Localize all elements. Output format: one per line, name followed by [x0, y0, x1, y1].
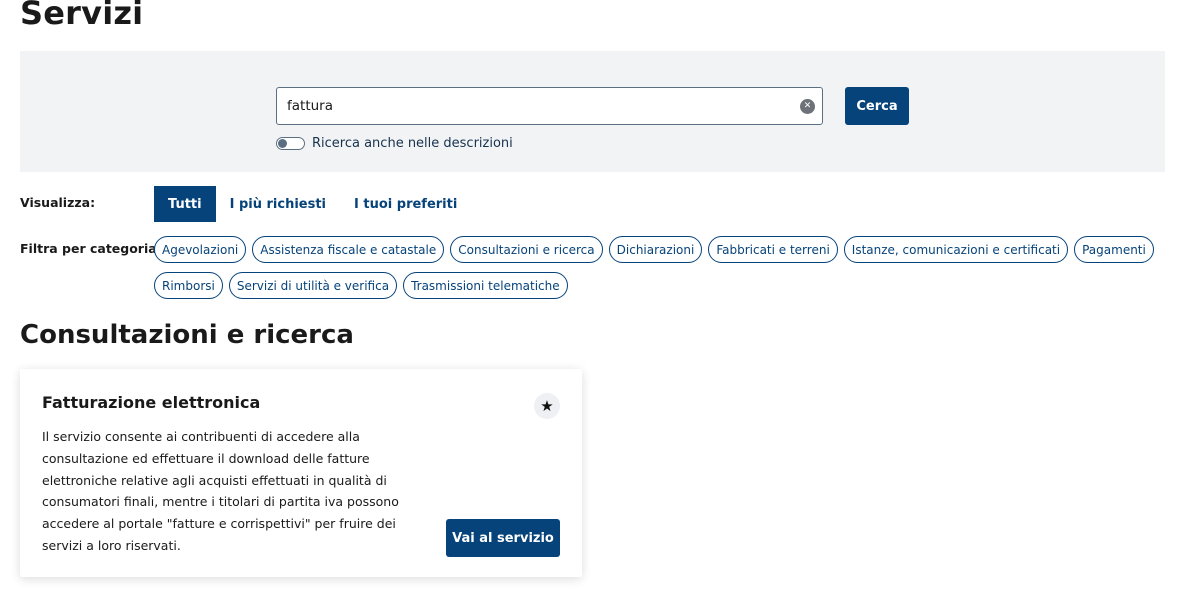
clear-circle-icon[interactable]: ✕: [800, 99, 815, 114]
section-title: Consultazioni e ricerca: [20, 320, 354, 350]
toggle-knob: [278, 138, 287, 148]
search-input[interactable]: [287, 88, 787, 124]
toggle-label[interactable]: Ricerca anche nelle descrizioni: [312, 136, 513, 151]
card-title: Fatturazione elettronica: [42, 393, 261, 412]
chip-dichiarazioni[interactable]: Dichiarazioni: [608, 236, 703, 263]
star-icon[interactable]: ★: [534, 393, 560, 419]
chip-istanze[interactable]: Istanze, comunicazioni e certificati: [843, 236, 1069, 263]
card-description: Il servizio consente ai contribuenti di …: [42, 429, 399, 553]
chip-assistenza-fiscale[interactable]: Assistenza fiscale e catastale: [252, 236, 445, 263]
go-to-service-button[interactable]: Vai al servizio: [446, 519, 560, 557]
chip-pagamenti[interactable]: Pagamenti: [1074, 236, 1154, 263]
chip-consultazioni[interactable]: Consultazioni e ricerca: [450, 236, 603, 263]
service-card: Fatturazione elettronica ★ Il servizio c…: [20, 369, 582, 577]
filter-label: Filtra per categoria:: [20, 241, 162, 256]
tab-favorites[interactable]: I tuoi preferiti: [340, 186, 471, 222]
description-search-toggle-row: Ricerca anche nelle descrizioni: [276, 135, 513, 151]
view-label: Visualizza:: [20, 195, 96, 210]
tab-most-requested[interactable]: I più richiesti: [216, 186, 340, 222]
search-button[interactable]: Cerca: [845, 87, 909, 125]
chip-trasmissioni[interactable]: Trasmissioni telematiche: [403, 272, 568, 299]
view-tabs: Tutti I più richiesti I tuoi preferiti: [154, 186, 471, 222]
chip-servizi-utilita[interactable]: Servizi di utilità e verifica: [228, 272, 398, 299]
page-title: Servizi: [20, 0, 144, 32]
category-chips: Agevolazioni Assistenza fiscale e catast…: [154, 236, 1164, 299]
search-box: ✕: [276, 87, 823, 125]
search-panel: ✕ Cerca Ricerca anche nelle descrizioni: [20, 51, 1165, 172]
description-search-toggle[interactable]: [276, 136, 305, 150]
chip-fabbricati[interactable]: Fabbricati e terreni: [708, 236, 838, 263]
tab-all[interactable]: Tutti: [154, 186, 216, 222]
chip-rimborsi[interactable]: Rimborsi: [154, 272, 223, 299]
chip-agevolazioni[interactable]: Agevolazioni: [154, 236, 247, 263]
